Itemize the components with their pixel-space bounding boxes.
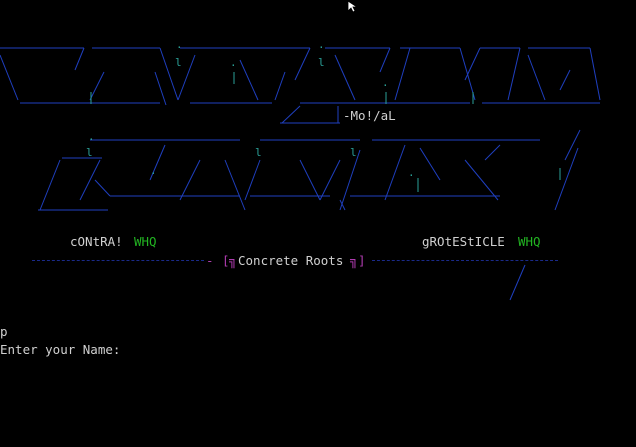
- svg-text:.: .: [88, 130, 95, 143]
- svg-text:.: .: [318, 38, 325, 51]
- banner-divider-right: [372, 260, 558, 261]
- left-tag-group: WHQ: [134, 234, 157, 249]
- left-tag-name: cONtRA!: [70, 234, 123, 249]
- svg-text:.: .: [176, 38, 183, 51]
- right-tag-name: gROtEStICLE: [422, 234, 505, 249]
- prompt-echo: p: [0, 324, 8, 339]
- svg-text:.: .: [230, 56, 237, 69]
- banner-right-bracket: ]: [358, 253, 366, 268]
- banner-right-mark: ╗: [350, 253, 358, 268]
- ansi-art-logo: . . l l . l l l . . . .: [0, 38, 601, 301]
- banner-divider-left: [32, 260, 204, 261]
- svg-text:.: .: [408, 166, 415, 179]
- name-prompt-label[interactable]: Enter your Name:: [0, 342, 120, 357]
- banner-title: Concrete Roots: [238, 253, 344, 268]
- svg-text:l: l: [255, 146, 262, 159]
- svg-text:l: l: [350, 146, 357, 159]
- svg-text:l: l: [175, 56, 182, 69]
- terminal-window[interactable]: . . l l . l l l . . . . -Mo!/aL cONtRA! …: [0, 0, 636, 447]
- banner-dash: -: [206, 253, 214, 268]
- mouse-pointer-icon: [347, 0, 359, 13]
- right-tag-group: WHQ: [518, 234, 541, 249]
- svg-text:l: l: [86, 146, 93, 159]
- svg-text:.: .: [382, 76, 389, 89]
- svg-text:.: .: [150, 164, 157, 177]
- banner-left-mark: ╗: [229, 253, 237, 268]
- art-credit: -Mo!/aL: [343, 108, 396, 123]
- svg-text:l: l: [318, 56, 325, 69]
